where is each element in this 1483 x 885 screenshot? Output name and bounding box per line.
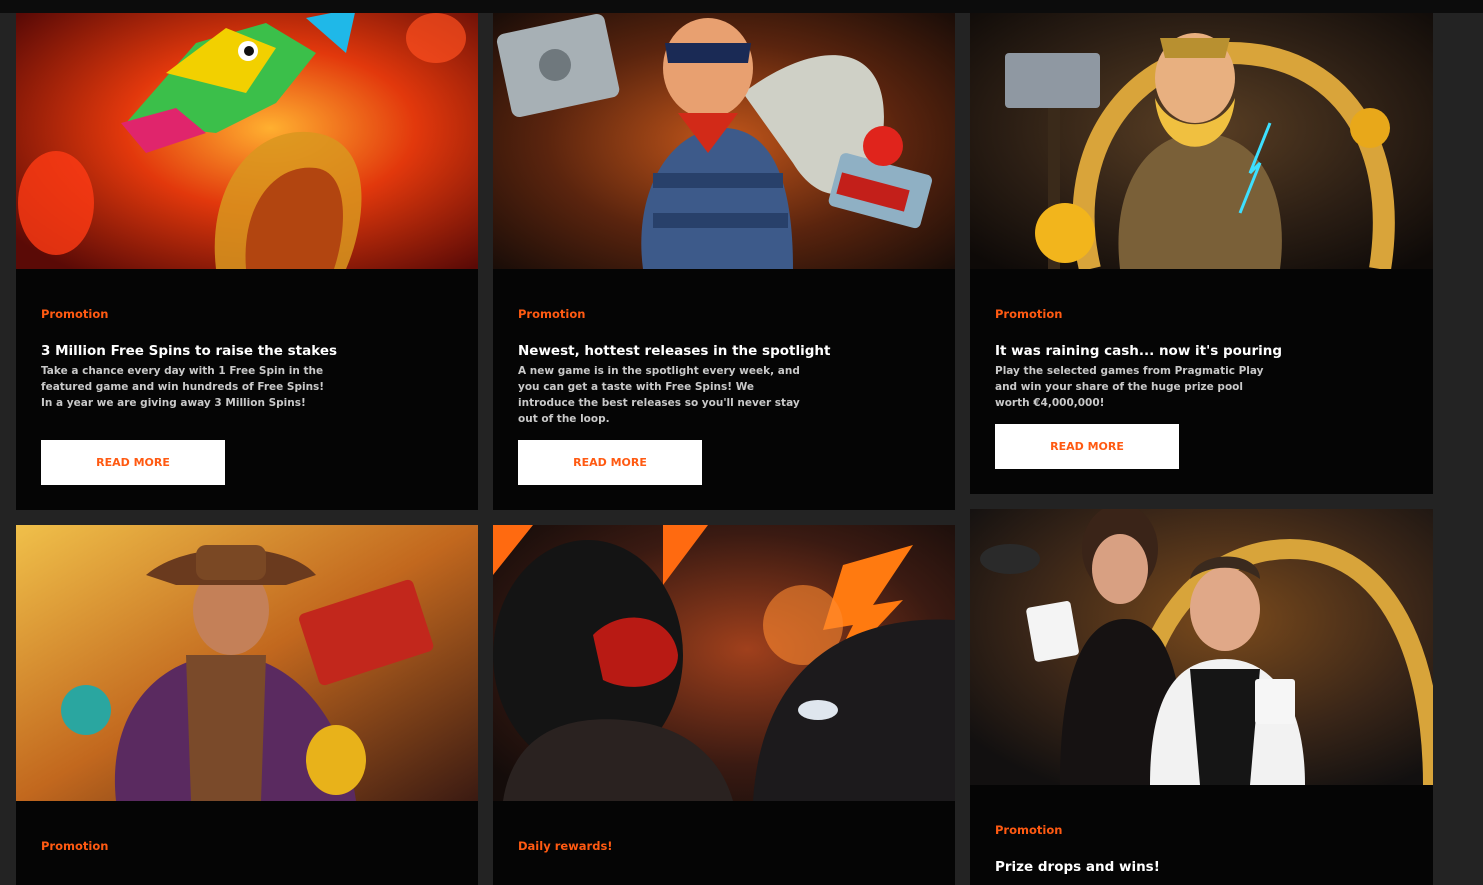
promo-card-new-releases[interactable]: Promotion Newest, hottest releases in th…	[493, 13, 955, 510]
promo-card-free-spins[interactable]: Promotion 3 Million Free Spins to raise …	[16, 13, 478, 510]
card-category: Promotion	[518, 307, 586, 321]
live-casino-dealers-artwork	[970, 509, 1433, 785]
promo-card-daily-rewards[interactable]: Daily rewards!	[493, 525, 955, 885]
card-title: It was raining cash... now it's pouring	[995, 343, 1283, 359]
card-title: Prize drops and wins!	[995, 859, 1160, 875]
card-description: A new game is in the spotlight every wee…	[518, 365, 800, 425]
promo-card-raining-cash[interactable]: Promotion It was raining cash... now it'…	[970, 13, 1433, 494]
card-title: Newest, hottest releases in the spotligh…	[518, 343, 831, 359]
card-category: Promotion	[995, 307, 1063, 321]
promo-card-explorer[interactable]: Promotion	[16, 525, 478, 885]
card-category: Daily rewards!	[518, 839, 613, 853]
read-more-button[interactable]: READ MORE	[518, 440, 702, 485]
top-bar	[0, 0, 1483, 13]
card-title: 3 Million Free Spins to raise the stakes	[41, 343, 338, 359]
read-more-button[interactable]: READ MORE	[995, 424, 1179, 469]
card-description: Take a chance every day with 1 Free Spin…	[41, 365, 325, 409]
dragon-slot-artwork	[16, 13, 478, 269]
promo-card-prize-drops[interactable]: Promotion Prize drops and wins!	[970, 509, 1433, 885]
card-category: Promotion	[995, 823, 1063, 837]
read-more-button[interactable]: READ MORE	[41, 440, 225, 485]
card-category: Promotion	[41, 307, 109, 321]
explorer-slot-artwork	[16, 525, 478, 801]
burglar-slot-artwork	[493, 13, 955, 269]
card-description: Play the selected games from Pragmatic P…	[995, 365, 1264, 409]
card-category: Promotion	[41, 839, 109, 853]
nitro-racer-artwork	[493, 525, 955, 801]
viking-slot-artwork	[970, 13, 1433, 269]
